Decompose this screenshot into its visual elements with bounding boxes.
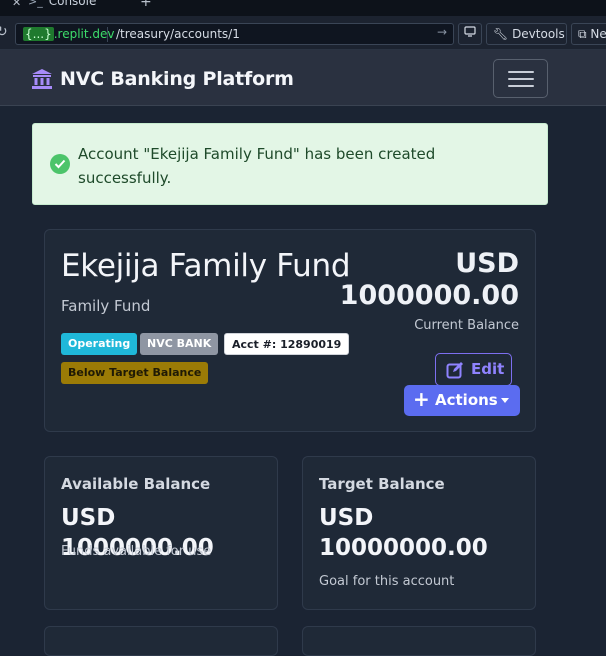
account-name: Ekejija Family Fund: [61, 248, 351, 284]
wrench-icon: 🔧︎: [493, 27, 509, 41]
bank-icon: [32, 69, 52, 89]
hamburger-line: [508, 71, 534, 73]
account-type: Family Fund: [61, 297, 151, 315]
close-icon[interactable]: ✕: [12, 0, 21, 9]
hamburger-line: [508, 78, 534, 80]
replit-domain: .replit.dev: [53, 27, 115, 41]
current-balance: USD 1000000.00 Current Balance: [340, 248, 519, 333]
url-input[interactable]: {...} .replit.dev /treasury/accounts/1 →: [15, 23, 454, 45]
url-path: /treasury/accounts/1: [116, 27, 240, 41]
balance-currency: USD: [455, 248, 519, 279]
edit-icon: [446, 362, 463, 379]
menu-toggle-button[interactable]: [493, 59, 548, 98]
available-balance-card: Available Balance USD 1000000.00 Funds a…: [44, 456, 278, 610]
browser-tab[interactable]: >_ Console: [28, 0, 128, 10]
screen-icon[interactable]: [458, 23, 482, 45]
actions-dropdown-button[interactable]: + Actions: [404, 385, 520, 416]
external-link-icon: ⧉: [578, 27, 587, 41]
status-badge: Operating: [61, 333, 138, 355]
stat-card: [44, 626, 278, 656]
balance-amount: 1000000.00: [339, 280, 519, 311]
tab-title: Console: [48, 0, 97, 8]
success-alert: Account "Ekejija Family Fund" has been c…: [32, 123, 548, 205]
alert-message: Account "Ekejija Family Fund" has been c…: [78, 145, 436, 187]
available-balance-sub: Funds available for use: [61, 544, 212, 559]
edit-label: Edit: [471, 360, 505, 378]
warning-badge: Below Target Balance: [61, 362, 209, 384]
brand-link[interactable]: NVC Banking Platform: [31, 66, 294, 92]
replit-braces: {...}: [23, 27, 54, 41]
check-circle-icon: [50, 154, 70, 174]
account-number-badge: Acct #: 12890019: [224, 333, 350, 355]
url-divider: [107, 27, 108, 42]
account-header-card: Ekejija Family Fund Family Fund Operatin…: [44, 229, 536, 432]
address-bar-row: ↻ {...} .replit.dev /treasury/accounts/1 …: [0, 16, 606, 50]
replit-domain-badge: {...} .replit.dev: [20, 26, 118, 43]
app-navbar: NVC Banking Platform: [0, 50, 606, 106]
go-arrow-icon[interactable]: →: [437, 25, 447, 39]
edit-button[interactable]: Edit: [435, 353, 512, 386]
plus-icon: +: [413, 387, 430, 411]
target-balance-title: Target Balance: [319, 475, 445, 493]
actions-label: Actions: [435, 391, 498, 409]
devtools-label: Devtools: [512, 27, 565, 41]
new-tab-label: New tab: [590, 27, 606, 41]
reload-icon[interactable]: ↻: [0, 24, 8, 40]
available-balance-title: Available Balance: [61, 475, 211, 493]
bank-badge: NVC BANK: [140, 333, 219, 355]
new-tab-icon[interactable]: +: [140, 0, 152, 10]
caret-down-icon: [501, 398, 509, 403]
terminal-icon: >_: [28, 0, 43, 8]
target-balance-value: USD 10000000.00: [319, 505, 488, 561]
browser-tabstrip: ✕ >_ Console +: [0, 0, 606, 16]
balance-label: Current Balance: [414, 318, 519, 333]
devtools-button[interactable]: 🔧︎ Devtools: [486, 23, 567, 45]
hamburger-line: [508, 85, 534, 87]
stat-card: [302, 626, 536, 656]
target-balance-sub: Goal for this account: [319, 574, 455, 589]
open-new-tab-button[interactable]: ⧉ New tab: [571, 23, 606, 45]
brand-title: NVC Banking Platform: [60, 68, 294, 90]
target-balance-card: Target Balance USD 10000000.00 Goal for …: [302, 456, 536, 610]
